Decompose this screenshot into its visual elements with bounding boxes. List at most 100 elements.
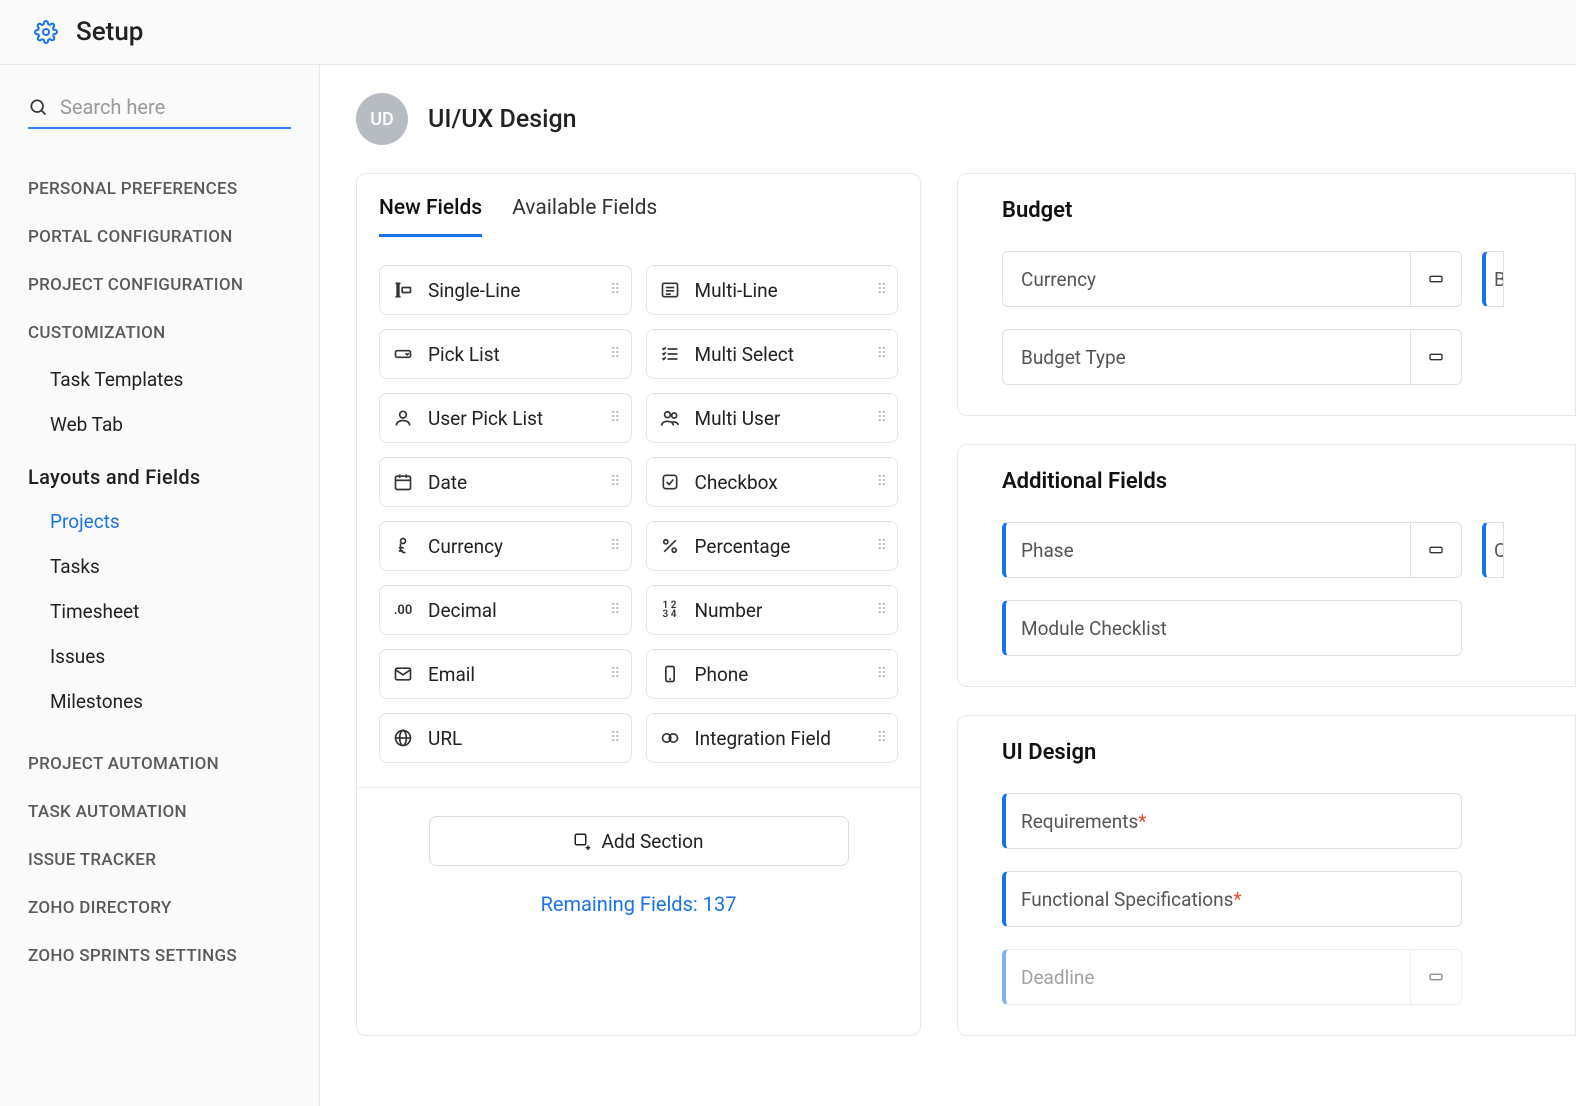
field-type-url[interactable]: URL ⠿ xyxy=(379,713,632,763)
field-type-date[interactable]: Date ⠿ xyxy=(379,457,632,507)
section-row: Currency B xyxy=(1002,251,1575,307)
section-budget: BudgetCurrencyBBudget Type xyxy=(957,173,1576,416)
field-type-pick-list[interactable]: Pick List ⠿ xyxy=(379,329,632,379)
nav-personal-preferences[interactable]: PERSONAL PREFERENCES xyxy=(28,165,291,213)
layout-field[interactable]: Requirements* xyxy=(1002,793,1462,849)
field-type-integration-field[interactable]: Integration Field ⠿ xyxy=(646,713,899,763)
section-row: Deadline xyxy=(1002,949,1575,1005)
currency-icon xyxy=(392,536,414,556)
drag-handle-icon[interactable]: ⠿ xyxy=(877,538,885,554)
nav-timesheet[interactable]: Timesheet xyxy=(50,589,291,634)
field-type-user-pick-list[interactable]: User Pick List ⠿ xyxy=(379,393,632,443)
drag-handle-icon[interactable]: ⠿ xyxy=(877,282,885,298)
nav-web-tab[interactable]: Web Tab xyxy=(50,402,291,447)
drag-handle-icon[interactable]: ⠿ xyxy=(877,474,885,490)
nav-zoho-directory[interactable]: ZOHO DIRECTORY xyxy=(28,884,291,932)
nav-task-automation[interactable]: TASK AUTOMATION xyxy=(28,788,291,836)
sidebar: PERSONAL PREFERENCES PORTAL CONFIGURATIO… xyxy=(0,65,320,1106)
layout-field[interactable]: Budget Type xyxy=(1002,329,1462,385)
user-pick-list-icon xyxy=(392,408,414,428)
add-section-button[interactable]: Add Section xyxy=(429,816,849,866)
drag-handle-icon[interactable]: ⠿ xyxy=(877,666,885,682)
drag-handle-icon[interactable]: ⠿ xyxy=(877,410,885,426)
search-input[interactable] xyxy=(60,95,314,119)
field-type-percentage[interactable]: Percentage ⠿ xyxy=(646,521,899,571)
nav-task-templates[interactable]: Task Templates xyxy=(50,357,291,402)
field-type-multi-line[interactable]: Multi-Line ⠿ xyxy=(646,265,899,315)
multi-select-icon xyxy=(659,344,681,364)
field-type-single-line[interactable]: Single-Line ⠿ xyxy=(379,265,632,315)
field-type-currency[interactable]: Currency ⠿ xyxy=(379,521,632,571)
drag-handle-icon[interactable]: ⠿ xyxy=(610,474,618,490)
drag-handle-icon[interactable]: ⠿ xyxy=(610,666,618,682)
remaining-fields: Remaining Fields: 137 xyxy=(379,892,898,916)
layout-field[interactable]: Phase xyxy=(1002,522,1462,578)
date-icon xyxy=(392,472,414,492)
left-bottom: Add Section Remaining Fields: 137 xyxy=(357,787,920,944)
search-icon xyxy=(28,97,48,117)
layout-field[interactable]: Functional Specifications* xyxy=(1002,871,1462,927)
drag-handle-icon[interactable]: ⠿ xyxy=(610,282,618,298)
field-type-label: Currency xyxy=(428,535,596,558)
gear-icon xyxy=(34,20,58,44)
nav-portal-configuration[interactable]: PORTAL CONFIGURATION xyxy=(28,213,291,261)
add-section-icon xyxy=(573,832,591,850)
nav-project-configuration[interactable]: PROJECT CONFIGURATION xyxy=(28,261,291,309)
layout-field[interactable]: Module Checklist xyxy=(1002,600,1462,656)
url-icon xyxy=(392,728,414,748)
drag-handle-icon[interactable]: ⠿ xyxy=(877,346,885,362)
topbar: Setup xyxy=(0,0,1576,65)
field-type-label: User Pick List xyxy=(428,407,596,430)
drag-handle-icon[interactable]: ⠿ xyxy=(610,538,618,554)
field-type-checkbox[interactable]: Checkbox ⠿ xyxy=(646,457,899,507)
field-type-label: Checkbox xyxy=(695,471,863,494)
nav-layouts-and-fields[interactable]: Layouts and Fields xyxy=(28,447,291,499)
field-type-label: Multi-Line xyxy=(695,279,863,302)
nav-issues[interactable]: Issues xyxy=(50,634,291,679)
checkbox-icon xyxy=(659,472,681,492)
field-type-phone[interactable]: Phone ⠿ xyxy=(646,649,899,699)
field-type-email[interactable]: Email ⠿ xyxy=(379,649,632,699)
drag-handle-icon[interactable]: ⠿ xyxy=(610,730,618,746)
nav-customization[interactable]: CUSTOMIZATION xyxy=(28,309,291,357)
drag-handle-icon[interactable]: ⠿ xyxy=(610,410,618,426)
nav-issue-tracker[interactable]: ISSUE TRACKER xyxy=(28,836,291,884)
layout-field-peek[interactable]: C xyxy=(1482,522,1504,578)
field-type-multi-user[interactable]: Multi User ⠿ xyxy=(646,393,899,443)
search-wrap xyxy=(28,95,291,129)
nav-projects[interactable]: Projects xyxy=(50,499,291,544)
section-row: Requirements* xyxy=(1002,793,1575,849)
field-type-indicator-icon xyxy=(1410,949,1462,1005)
drag-handle-icon[interactable]: ⠿ xyxy=(610,602,618,618)
layout-field-peek[interactable]: B xyxy=(1482,251,1504,307)
tab-new-fields[interactable]: New Fields xyxy=(379,196,482,237)
field-type-indicator-icon xyxy=(1410,522,1462,578)
field-type-label: Multi User xyxy=(695,407,863,430)
single-line-icon xyxy=(392,280,414,300)
email-icon xyxy=(392,664,414,684)
nav-project-automation[interactable]: PROJECT AUTOMATION xyxy=(28,740,291,788)
section-additional-fields: Additional Fields Phase C Module Checklist xyxy=(957,444,1576,687)
drag-handle-icon[interactable]: ⠿ xyxy=(610,346,618,362)
layout-field[interactable]: Deadline xyxy=(1002,949,1462,1005)
section-title: Additional Fields xyxy=(1002,469,1575,494)
field-type-label: Decimal xyxy=(428,599,596,622)
tabs: New Fields Available Fields xyxy=(357,174,920,237)
page-title: Setup xyxy=(76,17,143,47)
layout-field[interactable]: Currency xyxy=(1002,251,1462,307)
nav-milestones[interactable]: Milestones xyxy=(50,679,291,724)
nav-tasks[interactable]: Tasks xyxy=(50,544,291,589)
section-row: Module Checklist xyxy=(1002,600,1575,656)
tab-available-fields[interactable]: Available Fields xyxy=(512,196,657,237)
decimal-icon: .00 xyxy=(392,603,414,618)
field-type-number[interactable]: 1 23 4 Number ⠿ xyxy=(646,585,899,635)
drag-handle-icon[interactable]: ⠿ xyxy=(877,730,885,746)
nav-zoho-sprints-settings[interactable]: ZOHO SPRINTS SETTINGS xyxy=(28,932,291,980)
field-type-decimal[interactable]: .00 Decimal ⠿ xyxy=(379,585,632,635)
drag-handle-icon[interactable]: ⠿ xyxy=(877,602,885,618)
section-row: Phase C xyxy=(1002,522,1575,578)
field-type-label: Number xyxy=(695,599,863,622)
field-type-multi-select[interactable]: Multi Select ⠿ xyxy=(646,329,899,379)
section-row: Functional Specifications* xyxy=(1002,871,1575,927)
avatar: UD xyxy=(356,93,408,145)
